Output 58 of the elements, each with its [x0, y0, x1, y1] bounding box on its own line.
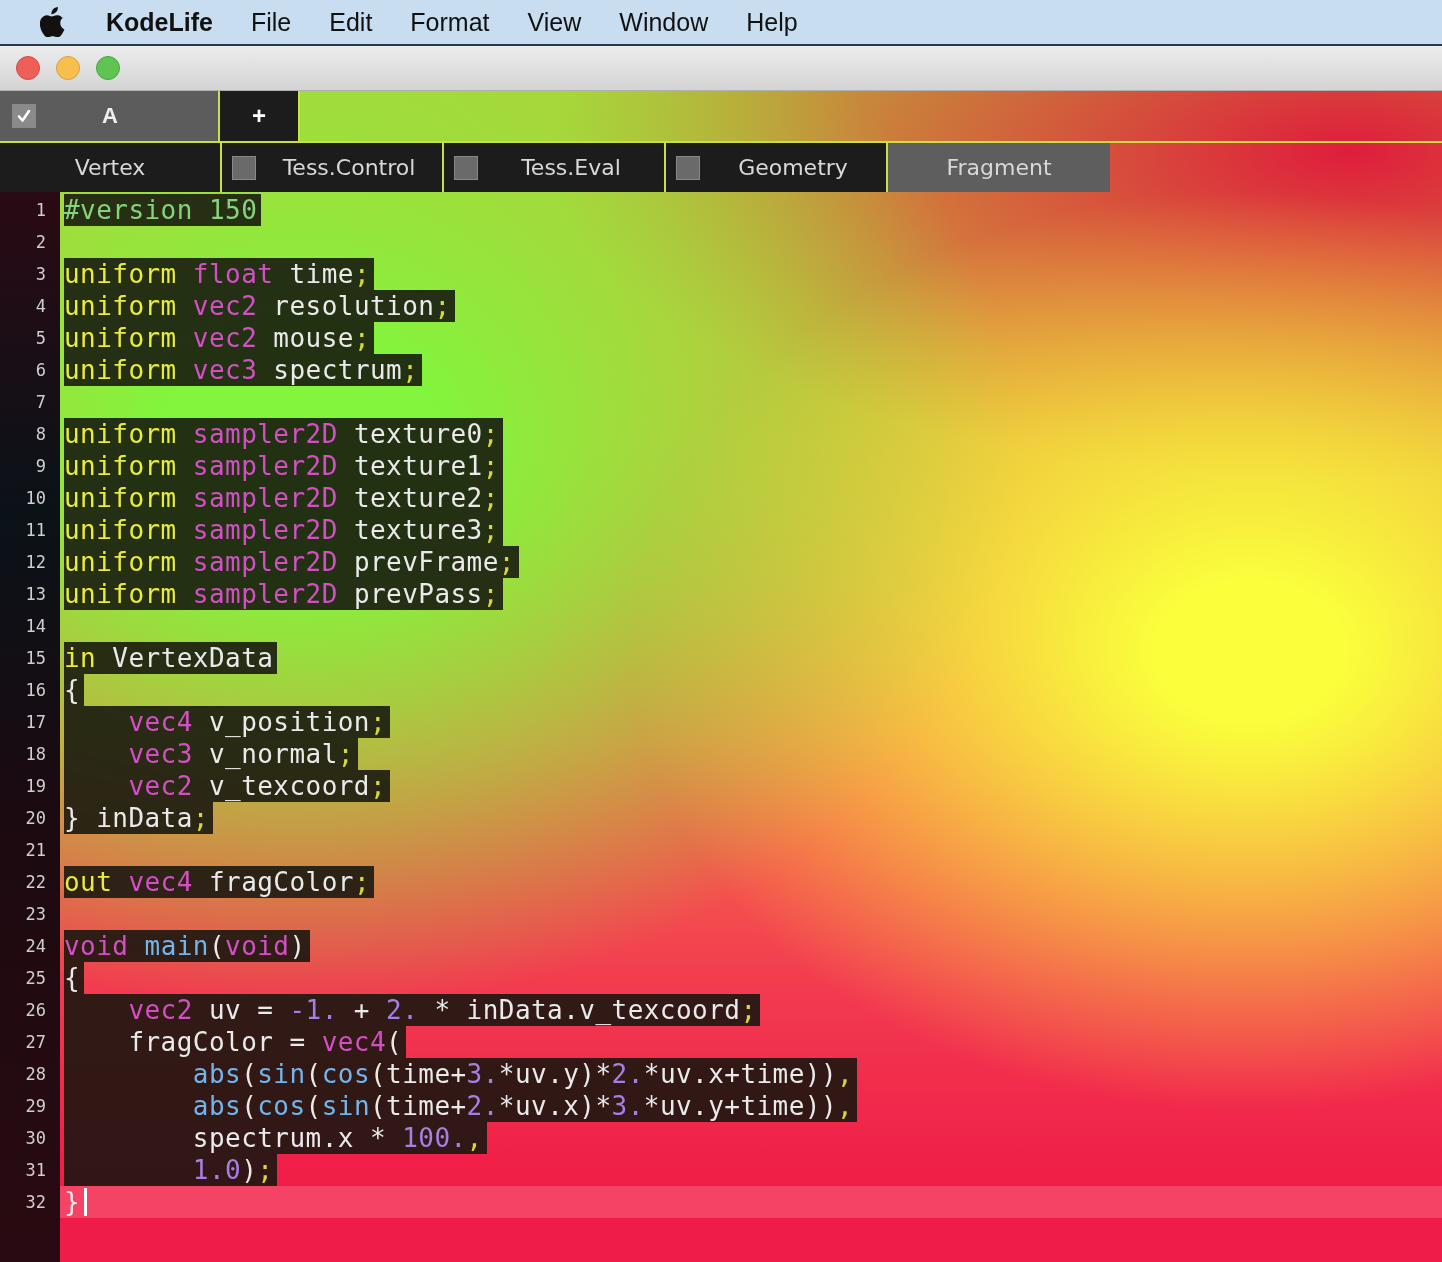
menu-item[interactable]: File: [250, 7, 292, 37]
line-number: 20: [24, 807, 47, 830]
app-name-menu[interactable]: KodeLife: [106, 7, 213, 37]
line-number: 32: [24, 1191, 47, 1214]
line-number: 27: [24, 1031, 47, 1054]
tab-label: Tess.Eval: [520, 155, 622, 180]
line-number: 5: [34, 327, 47, 350]
checkbox[interactable]: [454, 155, 478, 180]
line-number: 19: [24, 775, 47, 798]
project-tab[interactable]: A: [0, 91, 220, 141]
checkbox[interactable]: [12, 104, 36, 128]
line-number: 17: [24, 711, 47, 734]
line-number: 29: [24, 1095, 47, 1118]
checkbox[interactable]: [676, 155, 700, 180]
line-number: 13: [24, 583, 47, 606]
menu-item[interactable]: Help: [746, 7, 798, 37]
shader-tab[interactable]: Tess.Control: [222, 143, 444, 192]
tab-label: A: [102, 103, 118, 129]
line-number: 6: [34, 359, 47, 382]
line-number: 8: [34, 423, 47, 446]
line-number: 15: [24, 647, 47, 670]
line-number: 22: [24, 871, 47, 894]
line-number: 10: [24, 487, 47, 510]
shader-tab[interactable]: Fragment: [888, 143, 1110, 192]
menu-item[interactable]: Edit: [329, 7, 373, 37]
line-number: 4: [34, 295, 47, 318]
line-number: 14: [24, 615, 47, 638]
line-number: 25: [24, 967, 47, 990]
checkbox[interactable]: [232, 155, 256, 180]
line-number: 3: [34, 263, 47, 286]
line-number: 1: [34, 199, 47, 222]
menu-item[interactable]: Window: [619, 7, 709, 37]
line-number: 28: [24, 1063, 47, 1086]
line-number: 18: [24, 743, 47, 766]
line-number: 11: [24, 519, 47, 542]
add-tab-button[interactable]: +: [220, 91, 300, 141]
line-number: 26: [24, 999, 47, 1022]
tab-label: Vertex: [74, 155, 146, 180]
apple-logo-icon[interactable]: [40, 7, 66, 37]
line-number: 30: [24, 1127, 47, 1150]
line-number: 23: [24, 903, 47, 926]
line-number: 7: [34, 391, 47, 414]
shader-tab[interactable]: Tess.Eval: [444, 143, 666, 192]
line-number: 16: [24, 679, 47, 702]
tab-label: Tess.Control: [281, 155, 417, 180]
menu-item[interactable]: View: [527, 7, 582, 37]
line-number: 9: [34, 455, 47, 478]
line-number: 31: [24, 1159, 47, 1182]
line-number: 24: [24, 935, 47, 958]
line-number: 21: [24, 839, 47, 862]
close-button[interactable]: [16, 56, 40, 80]
line-number: 12: [24, 551, 47, 574]
tab-label: Geometry: [737, 155, 849, 180]
line-number: 2: [34, 231, 47, 254]
shader-tab[interactable]: Geometry: [666, 143, 888, 192]
menu-item[interactable]: Format: [410, 7, 490, 37]
tab-label: Fragment: [946, 155, 1052, 180]
shader-tab[interactable]: Vertex: [0, 143, 222, 192]
